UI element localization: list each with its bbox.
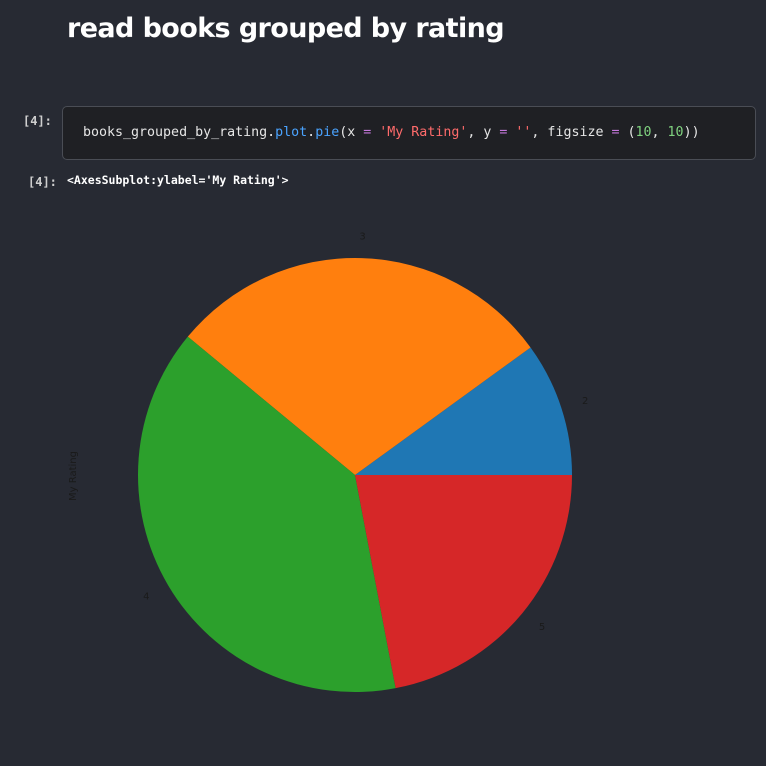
pie-slice-label: 4 [143, 592, 149, 603]
pie-slice-label: 2 [582, 396, 588, 407]
pie-ylabel: My Rating [68, 451, 79, 501]
pie-slice-label: 5 [539, 622, 545, 633]
pie-slice-label: 3 [359, 231, 365, 242]
pie-chart: 2 3 4 5 My Rating [68, 231, 588, 693]
pie-slices [137, 257, 572, 693]
